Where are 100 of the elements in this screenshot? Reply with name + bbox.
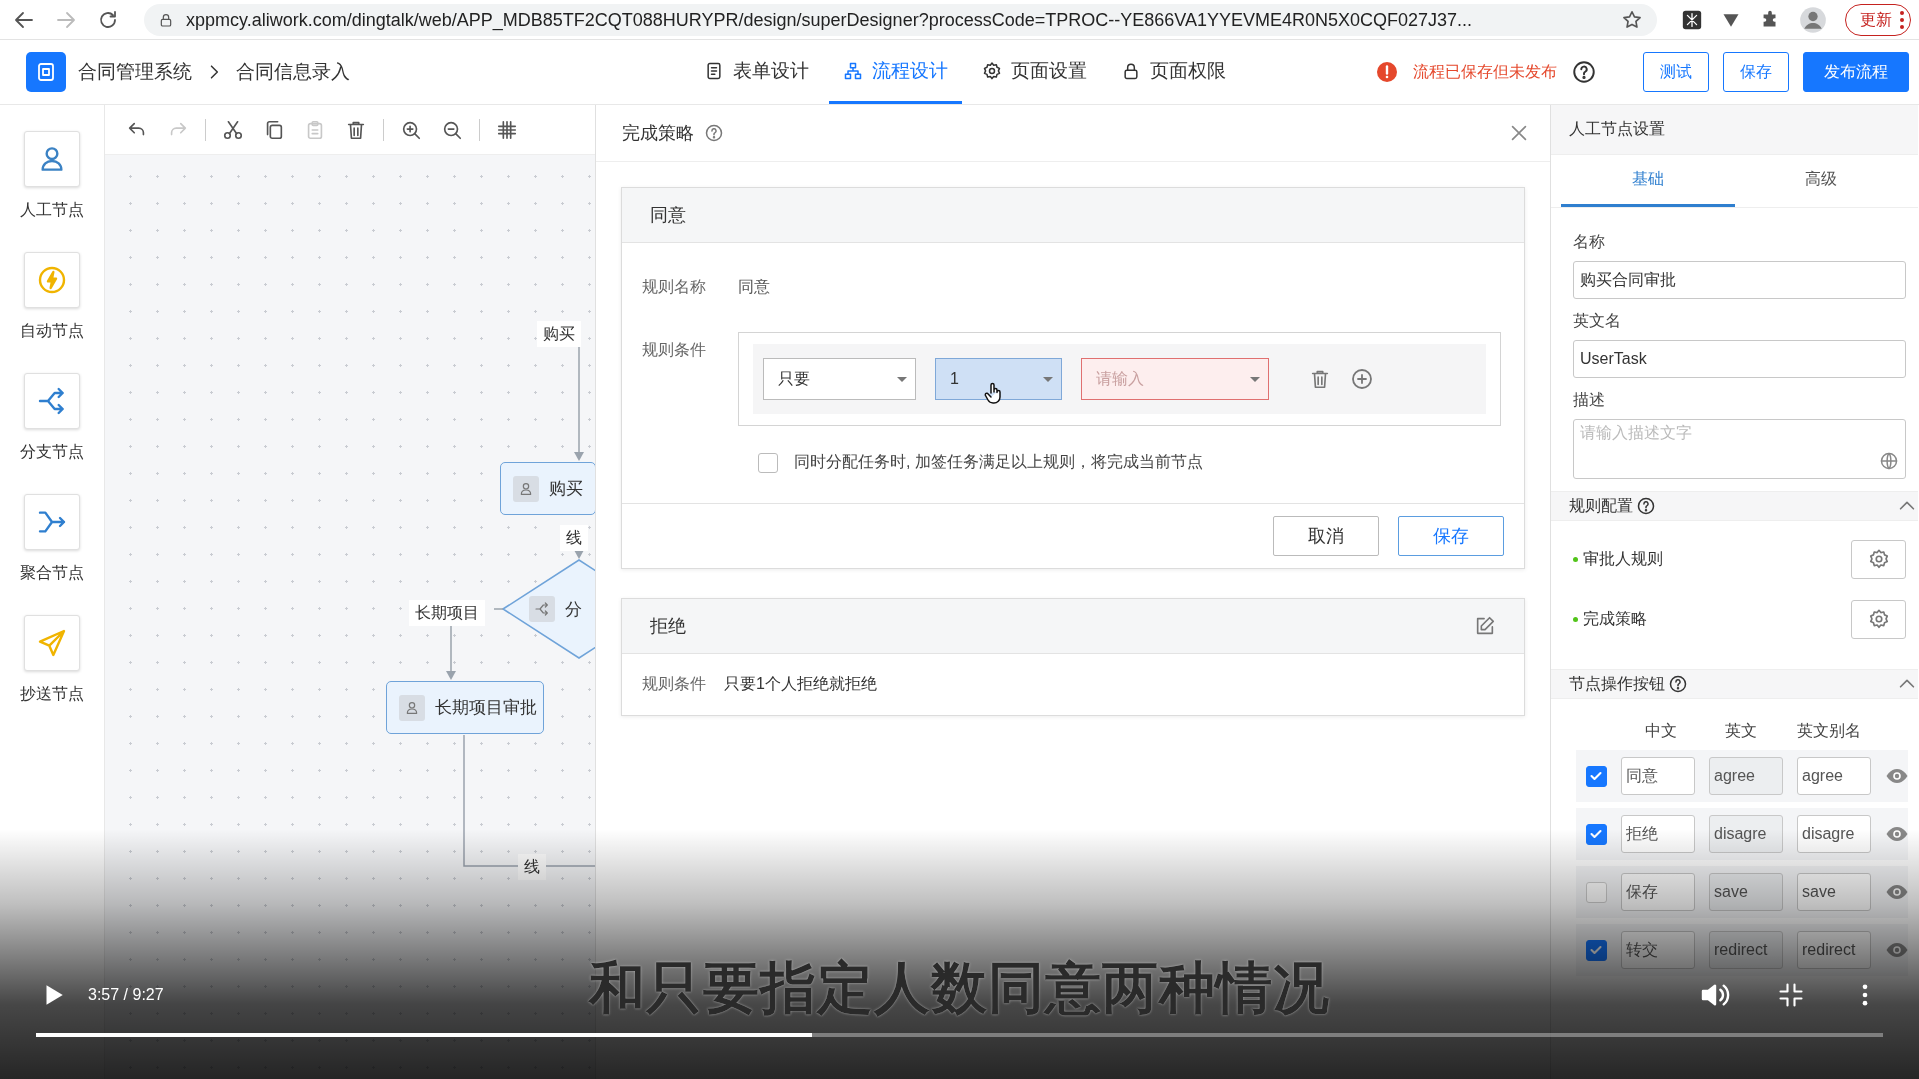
node-tool-label: 分支节点 [20, 442, 84, 462]
time-display: 3:57 / 9:27 [88, 986, 164, 1004]
card-title: 拒绝 [650, 615, 686, 638]
header-button[interactable]: 测试 [1643, 52, 1709, 92]
caret-down-icon [897, 376, 907, 382]
card-title: 同意 [650, 204, 686, 227]
checkbox[interactable] [1586, 823, 1607, 845]
avatar-icon[interactable] [1799, 6, 1827, 34]
checkbox[interactable] [758, 452, 778, 473]
field-label: 描述 [1573, 390, 1606, 410]
gear-icon [1867, 548, 1890, 570]
column-header: 英文 [1724, 721, 1758, 741]
section-title: 规则配置 [1569, 495, 1633, 516]
globe-icon[interactable] [1879, 451, 1899, 471]
header-button[interactable]: 保存 [1723, 52, 1789, 92]
url-text: xppmcy.aliwork.com/dingtalk/web/APP_MDB85TF2CQT088HURYPR/design/superDesigner?processCode=TPROC--YE866VA1YYEVME4R0N5X0CQF027J37... [186, 9, 1474, 31]
edge-label: 长期项目 [409, 600, 485, 626]
help-icon[interactable] [1571, 59, 1597, 85]
dialog-title: 完成策略 [622, 122, 694, 145]
settings-button[interactable] [1851, 599, 1906, 639]
field-value: 只要1个人拒绝就拒绝 [724, 674, 877, 694]
person-icon [513, 475, 539, 502]
node-label: 购买 [549, 478, 583, 500]
caret-down-icon [1250, 376, 1260, 382]
status-text: 流程已保存但未发布 [1413, 61, 1557, 82]
text-field[interactable]: save [1797, 873, 1871, 911]
address-bar[interactable]: xppmcy.aliwork.com/dingtalk/web/APP_MDB85TF2CQT088HURYPR/design/superDesigner?processCode=TPROC--YE866VA1YYEVME4R0N5X0CQF027J37... [144, 4, 1657, 36]
text-field[interactable]: disagre [1797, 815, 1871, 853]
publish-button[interactable]: 发布流程 [1803, 52, 1909, 92]
node-tool-label: 人工节点 [20, 200, 84, 220]
node-label: 长期项目审批 [435, 697, 537, 719]
tab[interactable]: 高级 [1734, 155, 1908, 207]
tab[interactable]: 基础 [1561, 155, 1735, 207]
status-dot [1573, 556, 1578, 562]
tab[interactable]: 页面设置 [968, 40, 1101, 104]
edge-label: 线 [518, 854, 546, 880]
tab[interactable]: 页面权限 [1107, 40, 1240, 104]
text-field[interactable]: 转交 [1621, 931, 1695, 969]
progress-bar[interactable] [36, 1033, 1883, 1037]
help-icon[interactable] [1636, 496, 1656, 516]
app-logo-icon[interactable] [26, 52, 66, 92]
text-field[interactable]: redirect [1797, 931, 1871, 969]
breadcrumb-link[interactable]: 合同信息录入 [236, 59, 350, 85]
text-field[interactable]: 购买合同审批 [1573, 261, 1906, 299]
node-tool-button[interactable] [24, 373, 80, 429]
panel-title: 人工节点设置 [1569, 119, 1665, 139]
checkbox[interactable] [1586, 939, 1607, 961]
form-icon [704, 60, 724, 81]
checkbox-label: 同时分配任务时, 加签任务满足以上规则，将完成当前节点 [794, 452, 1203, 472]
update-button[interactable]: 更新 [1845, 4, 1911, 36]
checkbox[interactable] [1586, 881, 1607, 903]
settings-button[interactable] [1851, 539, 1906, 579]
help-icon[interactable] [1668, 674, 1688, 694]
node-tool-label: 自动节点 [20, 321, 84, 341]
text-field[interactable]: agree [1797, 757, 1871, 795]
node-label: 分 [565, 598, 582, 621]
subtitle: 和只要指定人数同意两种情况 [589, 956, 1330, 1019]
person-icon [399, 694, 425, 721]
field-label: 规则条件 [642, 340, 707, 360]
node-tool-label: 聚合节点 [20, 563, 84, 583]
scissors-icon[interactable] [222, 118, 244, 141]
edge-label: 购买 [537, 321, 581, 347]
tab[interactable]: 表单设计 [690, 40, 823, 104]
field-label: 规则条件 [642, 674, 707, 694]
text-field[interactable]: agree [1709, 757, 1783, 795]
text-field[interactable]: save [1709, 873, 1783, 911]
gear-icon [1867, 608, 1890, 630]
node-tool-button[interactable] [24, 615, 80, 671]
text-field[interactable]: UserTask [1573, 340, 1906, 378]
text-field[interactable]: 拒绝 [1621, 815, 1695, 853]
more-icon [1900, 11, 1904, 29]
branch-icon [529, 596, 555, 622]
cancel-button[interactable]: 取消 [1273, 516, 1379, 556]
node-tool-button[interactable] [24, 131, 80, 187]
save-button[interactable]: 保存 [1398, 516, 1504, 556]
text-field[interactable]: disagre [1709, 815, 1783, 853]
field-label: 名称 [1573, 232, 1606, 252]
node-tool-button[interactable] [24, 252, 80, 308]
task-node[interactable]: 长期项目审批 [386, 681, 544, 734]
flowchart-icon [843, 60, 863, 81]
gear-icon [982, 60, 1002, 81]
select-field[interactable]: 只要 [763, 358, 916, 400]
rule-label: 完成策略 [1583, 608, 1647, 629]
grid-icon[interactable] [496, 118, 518, 141]
section-title: 节点操作按钮 [1569, 673, 1665, 694]
field-value: 同意 [738, 277, 770, 297]
breadcrumb-link[interactable]: 合同管理系统 [78, 59, 192, 85]
node-tool-button[interactable] [24, 494, 80, 550]
text-field[interactable]: 保存 [1621, 873, 1695, 911]
field-label: 英文名 [1573, 311, 1622, 331]
trash-icon[interactable] [1309, 368, 1331, 390]
extension-icon[interactable] [1681, 9, 1703, 31]
text-field[interactable]: 同意 [1621, 757, 1695, 795]
add-icon[interactable] [1350, 367, 1374, 391]
task-node[interactable]: 购买 [500, 462, 595, 515]
star-icon[interactable] [1621, 9, 1643, 31]
paper-plane-icon [36, 627, 68, 659]
exit-fullscreen-icon[interactable] [1777, 981, 1805, 1009]
edit-icon[interactable] [1474, 615, 1496, 637]
checkbox[interactable] [1586, 765, 1607, 787]
